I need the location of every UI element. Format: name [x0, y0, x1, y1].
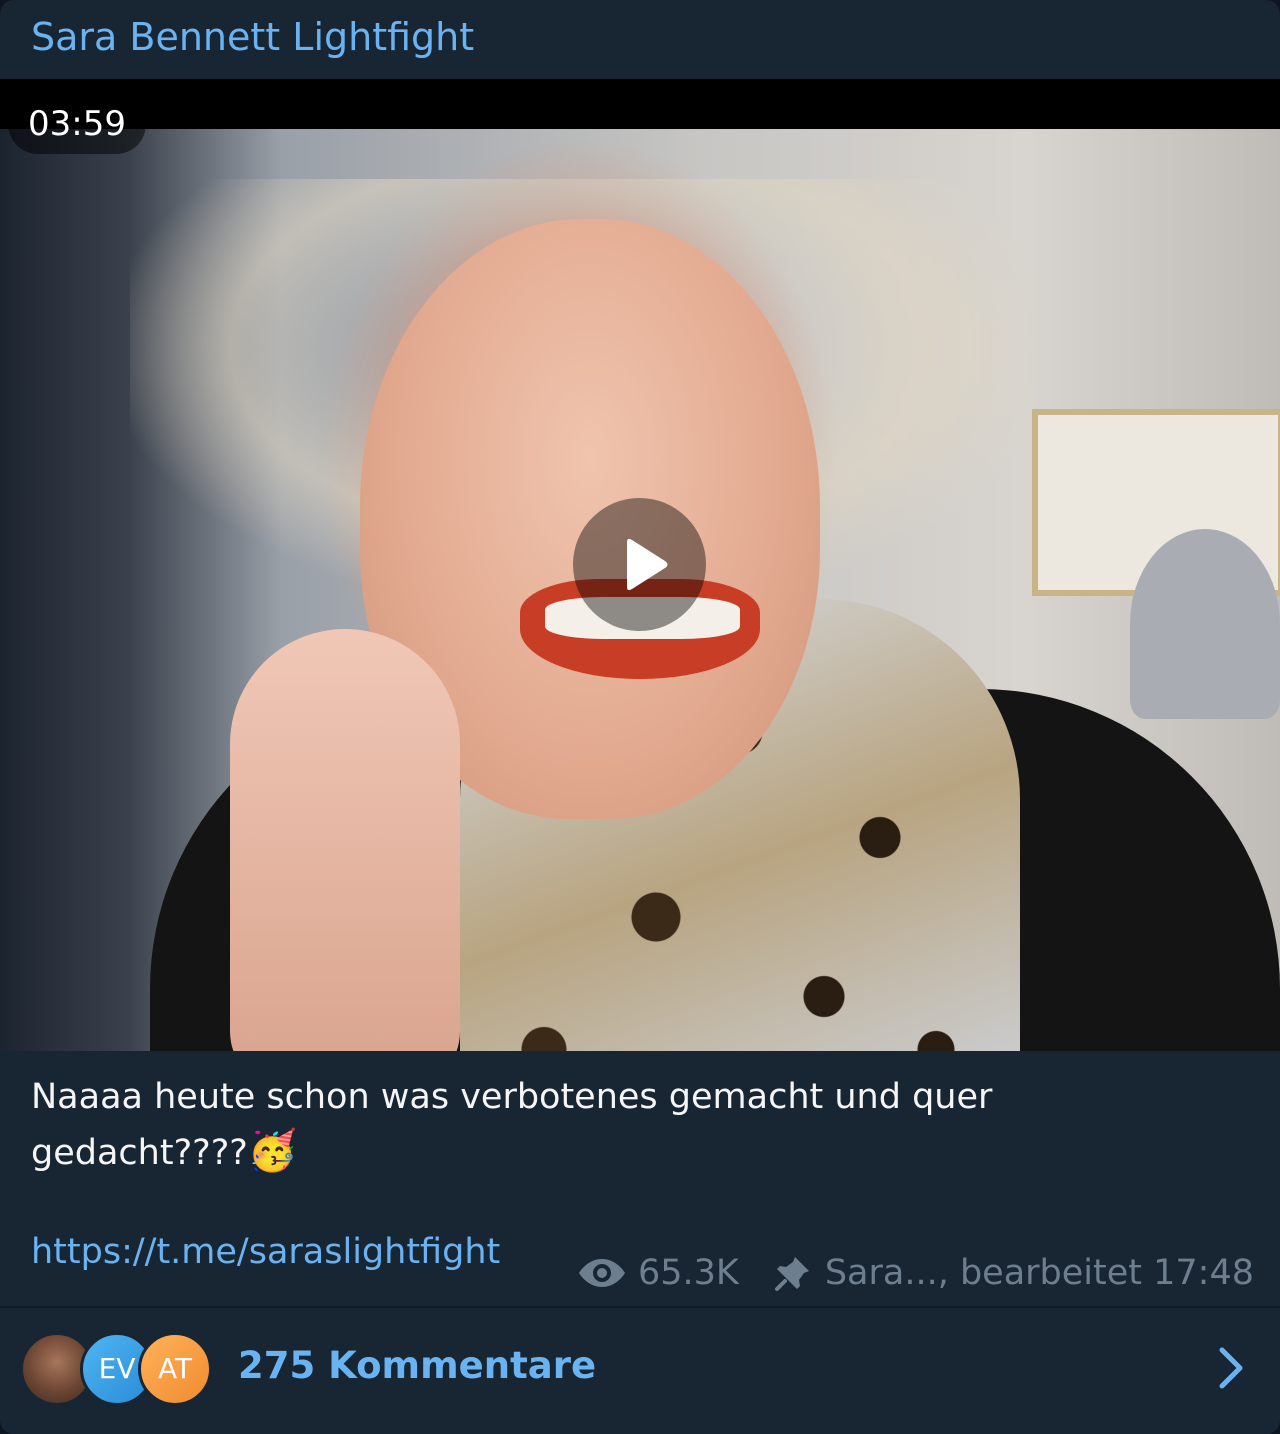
commenter-avatar-at: AT	[138, 1332, 212, 1406]
channel-title[interactable]: Sara Bennett Lightfight	[31, 13, 474, 61]
view-count: 65.3K	[637, 1253, 739, 1293]
post-caption: Naaaa heute schon was verbotenes gemacht…	[31, 1070, 1211, 1180]
post-link[interactable]: https://t.me/saraslightfight	[31, 1232, 500, 1272]
caption-line-1: Naaaa heute schon was verbotenes gemacht…	[31, 1077, 993, 1117]
party-face-emoji: 🥳	[247, 1128, 298, 1174]
play-button[interactable]	[573, 498, 706, 631]
hand	[230, 629, 460, 1051]
caption-line-2: gedacht????	[31, 1133, 248, 1173]
play-icon	[627, 538, 668, 591]
post-meta: 65.3K Sara..., bearbeitet 17:48	[578, 1248, 1254, 1298]
author-edited-time: Sara..., bearbeitet 17:48	[824, 1253, 1254, 1293]
channel-post-card: Sara Bennett Lightfight 03:59 Naaaa heut…	[0, 0, 1280, 1434]
eye-icon	[578, 1256, 626, 1290]
chevron-right-icon	[1218, 1346, 1244, 1394]
video-duration-badge: 03:59	[8, 94, 146, 154]
comments-count-label: 275 Kommentare	[238, 1344, 597, 1387]
lamp	[1130, 529, 1280, 719]
pin-icon	[773, 1253, 813, 1293]
comments-button[interactable]: EV AT 275 Kommentare	[0, 1308, 1280, 1434]
